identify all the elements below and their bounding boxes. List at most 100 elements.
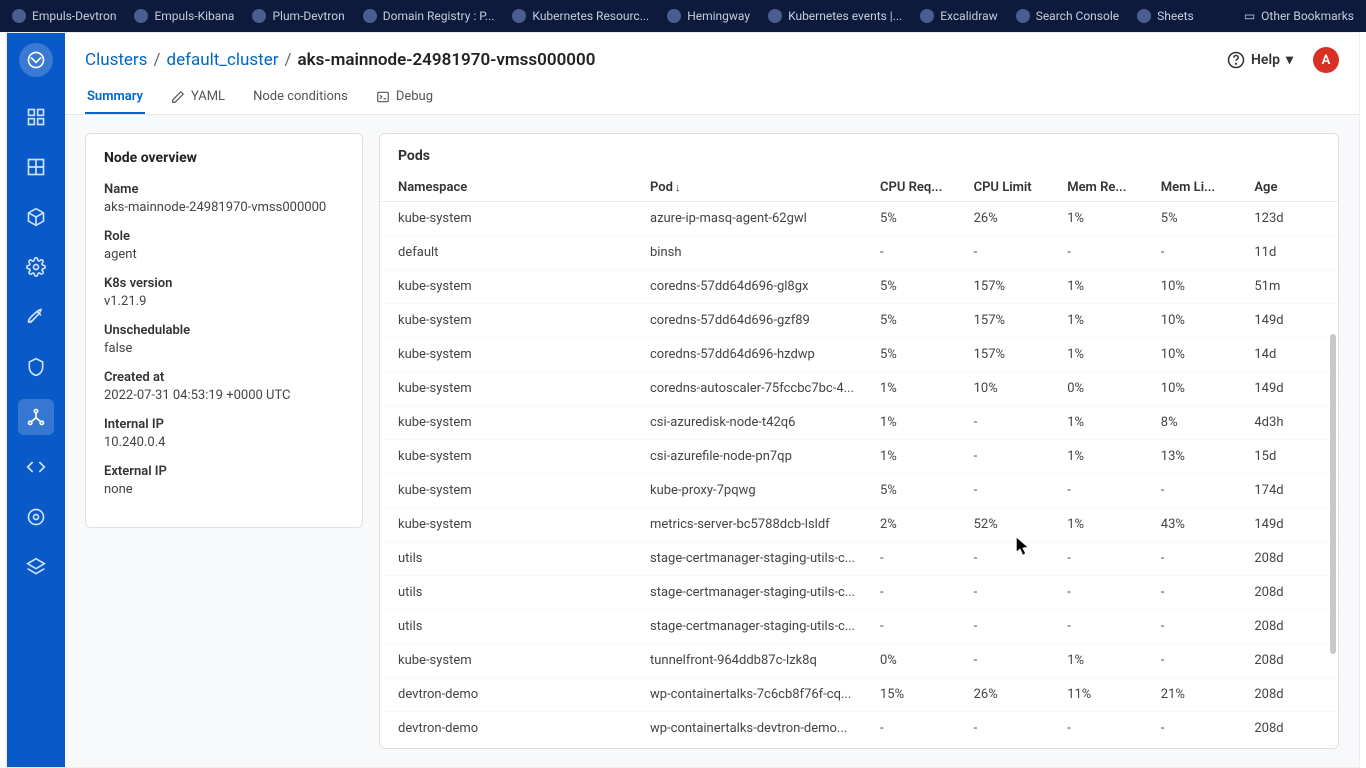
nav-shield-icon[interactable]	[18, 349, 54, 385]
overview-unsched: Unschedulable false	[104, 323, 344, 356]
table-row[interactable]: kube-systemtunnelfront-964ddb87c-lzk8q0%…	[380, 644, 1338, 678]
th-age[interactable]: Age	[1244, 174, 1338, 202]
th-cpureq[interactable]: CPU Req...	[870, 174, 964, 202]
nav-layers-icon[interactable]	[18, 549, 54, 585]
cell-pod: stage-certmanager-staging-utils-c...	[640, 610, 870, 644]
nav-cluster-icon[interactable]	[18, 399, 54, 435]
overview-label: Created at	[104, 370, 344, 385]
table-row[interactable]: utilsstage-certmanager-staging-utils-c..…	[380, 542, 1338, 576]
cell-pod: stage-certmanager-staging-utils-c...	[640, 542, 870, 576]
table-row[interactable]: defaultbinsh----11d	[380, 236, 1338, 270]
cell-age: 123d	[1244, 202, 1338, 236]
table-row[interactable]: kube-systemkube-proxy-7pqwg5%---174d	[380, 474, 1338, 508]
bookmark-item[interactable]: Empuls-Devtron	[12, 9, 116, 23]
cell-age: 51m	[1244, 270, 1338, 304]
nav-chart-icon[interactable]	[18, 149, 54, 185]
help-button[interactable]: Help ▾	[1227, 51, 1293, 69]
breadcrumb-cluster[interactable]: default_cluster	[166, 50, 278, 70]
th-namespace[interactable]: Namespace	[380, 174, 640, 202]
cell-pod: coredns-57dd64d696-gzf89	[640, 304, 870, 338]
table-row[interactable]: kube-systemcoredns-57dd64d696-gzf895%157…	[380, 304, 1338, 338]
cell-cpulim: 157%	[964, 338, 1058, 372]
nav-gear-icon[interactable]	[18, 249, 54, 285]
cell-ns: devtron-demo	[380, 678, 640, 712]
cell-cpulim: 52%	[964, 508, 1058, 542]
table-row[interactable]: devtron-demowp-containertalks-devtron-de…	[380, 712, 1338, 746]
nav-code-icon[interactable]	[18, 449, 54, 485]
cell-memreq: 1%	[1057, 202, 1151, 236]
cell-ns: utils	[380, 576, 640, 610]
table-row[interactable]: kube-systemcsi-azurefile-node-pn7qp1%-1%…	[380, 440, 1338, 474]
table-row[interactable]: utilsstage-certmanager-staging-utils-c..…	[380, 576, 1338, 610]
table-row[interactable]: kube-systemazure-ip-masq-agent-62gwl5%26…	[380, 202, 1338, 236]
bookmark-item[interactable]: Kubernetes events |...	[768, 9, 902, 23]
cell-age: 208d	[1244, 610, 1338, 644]
bookmark-item[interactable]: Search Console	[1016, 9, 1119, 23]
cell-cpureq: 15%	[870, 678, 964, 712]
cell-cpulim: -	[964, 406, 1058, 440]
overview-role: Role agent	[104, 229, 344, 262]
bookmark-item[interactable]: Excalidraw	[920, 9, 997, 23]
table-row[interactable]: devtron-demowp-containertalks-7c6cb8f76f…	[380, 678, 1338, 712]
scrollbar[interactable]	[1330, 334, 1336, 654]
cell-memlim: 10%	[1151, 372, 1245, 406]
cell-pod: binsh	[640, 236, 870, 270]
th-pod[interactable]: Pod↓	[640, 174, 870, 202]
bookmark-item[interactable]: Hemingway	[667, 9, 750, 23]
other-bookmarks[interactable]: ▭ Other Bookmarks	[1244, 9, 1354, 23]
bookmark-favicon-icon	[363, 9, 377, 23]
table-row[interactable]: kube-systemcoredns-autoscaler-75fccbc7bc…	[380, 372, 1338, 406]
overview-value: 2022-07-31 04:53:19 +0000 UTC	[104, 388, 344, 403]
cell-pod: coredns-57dd64d696-gl8gx	[640, 270, 870, 304]
cell-memlim: -	[1151, 712, 1245, 746]
cell-cpulim: -	[964, 712, 1058, 746]
cell-age: 149d	[1244, 304, 1338, 338]
bookmark-item[interactable]: Domain Registry : P...	[363, 9, 495, 23]
cell-ns: default	[380, 236, 640, 270]
cell-cpureq: -	[870, 610, 964, 644]
pods-table-wrapper[interactable]: Namespace Pod↓ CPU Req... CPU Limit Mem …	[380, 174, 1338, 748]
nav-cube-icon[interactable]	[18, 199, 54, 235]
cell-cpureq: 1%	[870, 440, 964, 474]
app-logo[interactable]	[19, 43, 53, 77]
avatar[interactable]: A	[1313, 47, 1339, 73]
cell-ns: kube-system	[380, 440, 640, 474]
table-row[interactable]: kube-systemcsi-azuredisk-node-t42q61%-1%…	[380, 406, 1338, 440]
table-row[interactable]: kube-systemcoredns-57dd64d696-hzdwp5%157…	[380, 338, 1338, 372]
cell-memreq: 1%	[1057, 644, 1151, 678]
cell-memreq: -	[1057, 610, 1151, 644]
tab-debug-label: Debug	[396, 89, 433, 104]
cell-memlim: -	[1151, 236, 1245, 270]
table-row[interactable]: kube-systemmetrics-server-bc5788dcb-lsld…	[380, 508, 1338, 542]
nav-settings-icon[interactable]	[18, 499, 54, 535]
bookmark-item[interactable]: Plum-Devtron	[252, 9, 344, 23]
tab-conditions[interactable]: Node conditions	[251, 81, 350, 114]
cell-ns: devtron-demo	[380, 712, 640, 746]
bookmark-item[interactable]: Empuls-Kibana	[134, 9, 234, 23]
bookmark-item[interactable]: Kubernetes Resourc...	[512, 9, 649, 23]
th-memlim[interactable]: Mem Li...	[1151, 174, 1245, 202]
table-row[interactable]: utilsstage-certmanager-staging-utils-c..…	[380, 610, 1338, 644]
th-memreq[interactable]: Mem Re...	[1057, 174, 1151, 202]
bookmark-favicon-icon	[134, 9, 148, 23]
cell-memreq: -	[1057, 542, 1151, 576]
cell-cpureq: 5%	[870, 202, 964, 236]
overview-created: Created at 2022-07-31 04:53:19 +0000 UTC	[104, 370, 344, 403]
tab-debug[interactable]: Debug	[374, 81, 435, 114]
content-area: Node overview Name aks-mainnode-24981970…	[65, 115, 1359, 767]
cell-cpureq: 5%	[870, 304, 964, 338]
breadcrumb-clusters[interactable]: Clusters	[85, 50, 147, 70]
bookmark-item[interactable]: Sheets	[1137, 9, 1194, 23]
th-cpulim[interactable]: CPU Limit	[964, 174, 1058, 202]
pods-title: Pods	[380, 134, 1338, 174]
cell-memreq: -	[1057, 236, 1151, 270]
cell-cpureq: 1%	[870, 406, 964, 440]
overview-value: false	[104, 341, 344, 356]
nav-apps-icon[interactable]	[18, 99, 54, 135]
bookmark-label: Search Console	[1036, 9, 1119, 23]
nav-rocket-icon[interactable]	[18, 299, 54, 335]
tab-yaml[interactable]: YAML	[169, 81, 227, 114]
tab-summary[interactable]: Summary	[85, 81, 145, 114]
cell-memlim: -	[1151, 542, 1245, 576]
table-row[interactable]: kube-systemcoredns-57dd64d696-gl8gx5%157…	[380, 270, 1338, 304]
